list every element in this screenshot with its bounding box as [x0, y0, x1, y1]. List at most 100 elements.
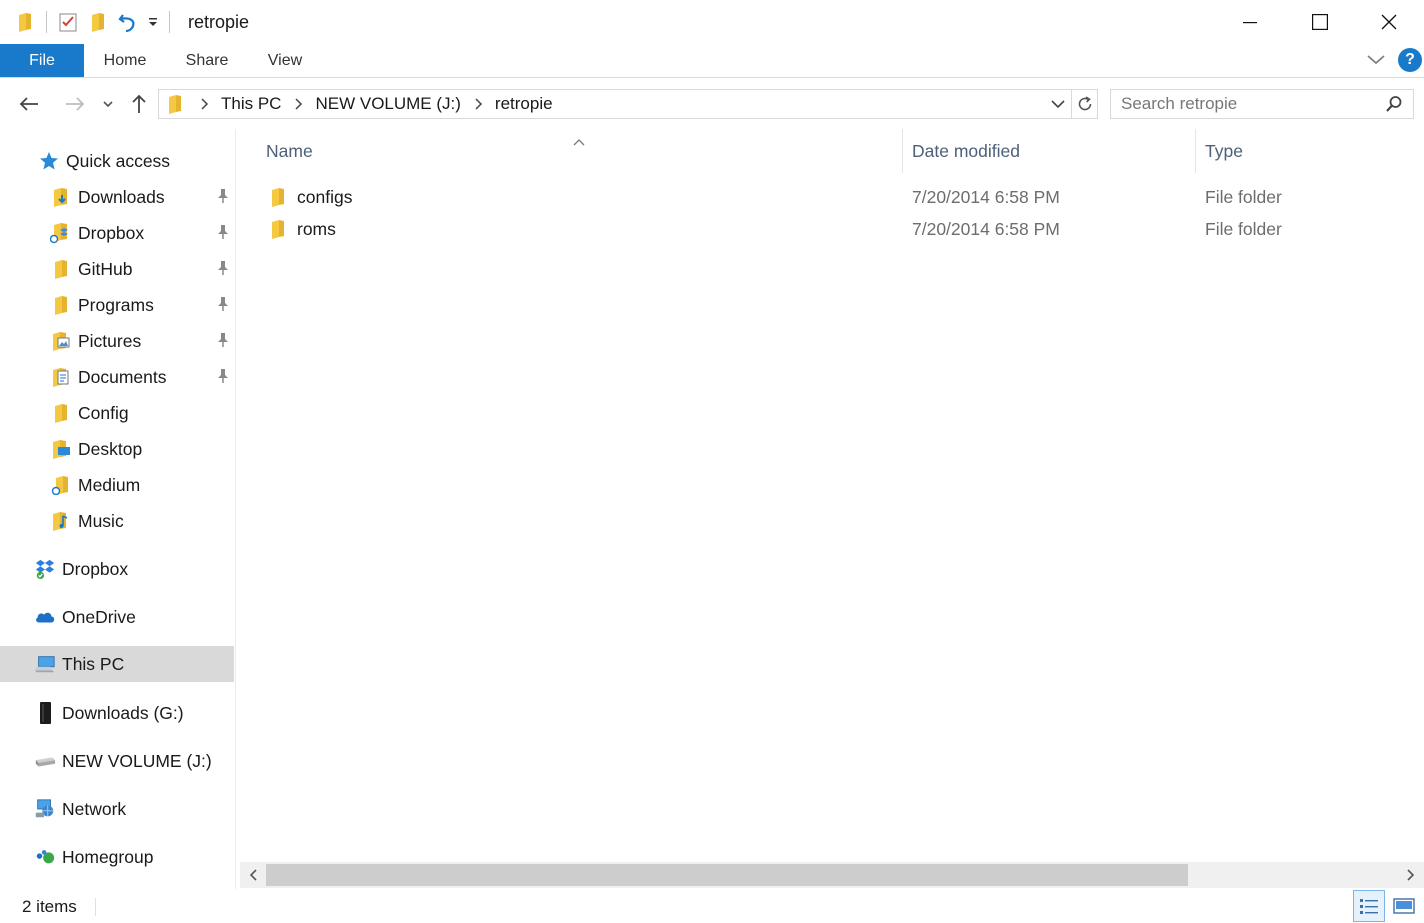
- pin-icon[interactable]: [216, 188, 230, 209]
- breadcrumb-this-pc[interactable]: This PC: [221, 94, 281, 114]
- column-header-date[interactable]: Date modified: [912, 129, 1020, 173]
- column-divider[interactable]: [902, 129, 903, 173]
- sidebar-item-label: Desktop: [78, 438, 143, 459]
- sidebar-item-github[interactable]: GitHub: [0, 251, 234, 287]
- sidebar-item-downloads[interactable]: Downloads: [0, 179, 234, 215]
- sidebar-item-programs[interactable]: Programs: [0, 287, 234, 323]
- sidebar-item-medium[interactable]: Medium: [0, 467, 234, 503]
- breadcrumb-new-volume[interactable]: NEW VOLUME (J:): [315, 94, 460, 114]
- minimize-icon: [1243, 22, 1257, 24]
- recent-locations-button[interactable]: [98, 89, 118, 119]
- file-date: 7/20/2014 6:58 PM: [912, 218, 1060, 239]
- sidebar-item-this-pc[interactable]: This PC: [0, 646, 234, 682]
- sidebar-item-label: OneDrive: [62, 606, 136, 627]
- window-folder-icon[interactable]: [10, 8, 40, 36]
- navigation-bar: This PC NEW VOLUME (J:) retropie: [0, 79, 1424, 129]
- forward-arrow-icon: [66, 97, 85, 111]
- chevron-right-icon[interactable]: [201, 98, 209, 110]
- ribbon: File Home Share View ?: [0, 44, 1424, 78]
- music-folder-icon: [50, 510, 72, 532]
- sidebar-item-onedrive[interactable]: OneDrive: [0, 599, 234, 635]
- tab-home[interactable]: Home: [92, 44, 158, 77]
- column-header-type[interactable]: Type: [1205, 129, 1243, 173]
- window-title: retropie: [188, 12, 250, 32]
- file-type: File folder: [1205, 218, 1282, 239]
- close-button[interactable]: [1354, 0, 1424, 44]
- forward-button[interactable]: [60, 89, 90, 119]
- scroll-left-button[interactable]: [240, 862, 266, 888]
- help-button[interactable]: ?: [1398, 48, 1422, 72]
- tab-view[interactable]: View: [256, 44, 314, 77]
- address-bar[interactable]: This PC NEW VOLUME (J:) retropie: [158, 89, 1098, 119]
- sidebar-item-pictures[interactable]: Pictures: [0, 323, 234, 359]
- sidebar-item-dropbox-folder[interactable]: Dropbox: [0, 215, 234, 251]
- properties-icon[interactable]: [53, 8, 83, 36]
- search-icon[interactable]: [1385, 95, 1403, 118]
- documents-folder-icon: [50, 366, 72, 388]
- large-icons-view-button[interactable]: [1388, 890, 1420, 922]
- maximize-icon: [1312, 14, 1328, 30]
- pin-icon[interactable]: [216, 224, 230, 245]
- tab-share[interactable]: Share: [176, 44, 238, 77]
- file-row[interactable]: configs 7/20/2014 6:58 PM File folder: [260, 181, 1420, 213]
- sidebar-item-label: Medium: [78, 474, 141, 495]
- tab-file[interactable]: File: [0, 44, 84, 77]
- details-view-button[interactable]: [1353, 890, 1385, 922]
- sidebar-item-config[interactable]: Config: [0, 395, 234, 431]
- folder-icon: [50, 402, 72, 424]
- horizontal-scrollbar[interactable]: [240, 862, 1424, 888]
- folder-icon: [50, 258, 72, 280]
- sidebar-item-label: Downloads (G:): [62, 702, 184, 723]
- pin-icon[interactable]: [216, 260, 230, 281]
- search-input[interactable]: [1121, 94, 1376, 114]
- network-icon: [34, 798, 56, 820]
- search-box[interactable]: [1110, 89, 1414, 119]
- chevron-right-icon[interactable]: [475, 98, 483, 110]
- sidebar-item-desktop[interactable]: Desktop: [0, 431, 234, 467]
- chevron-left-icon: [249, 869, 257, 881]
- sidebar-item-network[interactable]: Network: [0, 791, 234, 827]
- maximize-button[interactable]: [1285, 0, 1355, 44]
- sidebar-item-music[interactable]: Music: [0, 503, 234, 539]
- sidebar-item-label: Config: [78, 402, 129, 423]
- sidebar-item-new-volume[interactable]: NEW VOLUME (J:): [0, 743, 234, 779]
- sidebar-item-documents[interactable]: Documents: [0, 359, 234, 395]
- chevron-down-icon: [1367, 55, 1385, 65]
- minimize-button[interactable]: [1215, 0, 1285, 44]
- up-button[interactable]: [126, 89, 152, 119]
- sidebar-item-label: This PC: [62, 653, 125, 674]
- this-pc-icon: [34, 653, 56, 675]
- column-divider[interactable]: [1195, 129, 1196, 173]
- breadcrumb-retropie[interactable]: retropie: [495, 94, 553, 114]
- folder-icon: [270, 219, 286, 244]
- large-icons-view-icon: [1393, 898, 1415, 914]
- sidebar-item-label: Pictures: [78, 330, 142, 351]
- sidebar-item-downloads-g[interactable]: Downloads (G:): [0, 695, 234, 731]
- address-history-button[interactable]: [1045, 90, 1071, 118]
- file-name: configs: [297, 186, 353, 207]
- undo-icon[interactable]: [113, 8, 143, 36]
- sidebar-item-dropbox[interactable]: Dropbox: [0, 551, 234, 587]
- back-button[interactable]: [14, 89, 44, 119]
- dropbox-icon: [34, 558, 56, 580]
- sidebar-item-label: Downloads: [78, 186, 165, 207]
- file-name: roms: [297, 218, 336, 239]
- new-folder-icon[interactable]: [83, 8, 113, 36]
- column-header-name[interactable]: Name: [266, 129, 313, 173]
- sidebar-item-label: Documents: [78, 366, 167, 387]
- sidebar-item-quick-access[interactable]: Quick access: [0, 143, 234, 179]
- pin-icon[interactable]: [216, 332, 230, 353]
- scrollbar-thumb[interactable]: [266, 864, 1188, 886]
- quick-access-toolbar: [10, 8, 176, 36]
- scroll-right-button[interactable]: [1398, 862, 1424, 888]
- pin-icon[interactable]: [216, 296, 230, 317]
- refresh-button[interactable]: [1071, 90, 1097, 118]
- expand-ribbon-button[interactable]: [1364, 48, 1388, 72]
- pin-icon[interactable]: [216, 368, 230, 389]
- customize-toolbar-icon[interactable]: [143, 8, 163, 36]
- sidebar-item-homegroup[interactable]: Homegroup: [0, 839, 234, 875]
- chevron-right-icon[interactable]: [295, 98, 303, 110]
- location-folder-icon: [167, 94, 183, 114]
- pictures-folder-icon: [50, 330, 72, 352]
- file-row[interactable]: roms 7/20/2014 6:58 PM File folder: [260, 213, 1420, 245]
